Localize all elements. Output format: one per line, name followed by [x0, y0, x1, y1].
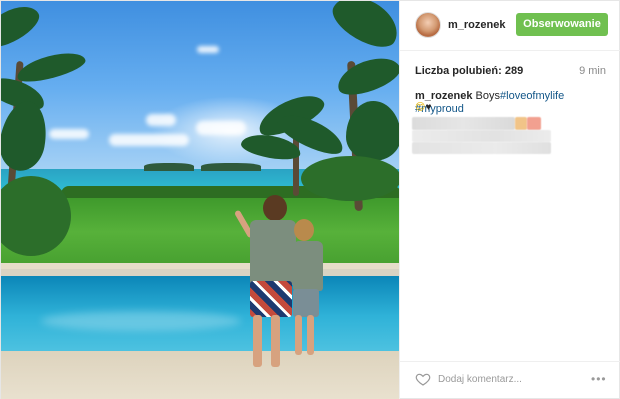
- leg: [295, 315, 302, 355]
- palm-frond: [346, 101, 399, 161]
- blurred-comment: [412, 117, 515, 130]
- heart-emoji-icon: ♥: [425, 102, 432, 113]
- shirt: [250, 220, 296, 285]
- pool-shine: [41, 311, 241, 331]
- timestamp[interactable]: 9 min: [579, 65, 606, 77]
- blurred-comment: [527, 117, 541, 130]
- leg: [253, 315, 262, 367]
- post-caption: m_rozenek Boys#loveofmylife #myproud: [415, 90, 610, 116]
- cloud: [146, 114, 176, 126]
- caption-author[interactable]: m_rozenek: [415, 90, 472, 102]
- leg: [307, 315, 314, 355]
- pool-deck-front: [1, 351, 399, 399]
- username-link[interactable]: m_rozenek: [448, 19, 505, 31]
- post-sidebar: m_rozenek Obserwowanie Liczba polubień: …: [399, 1, 620, 399]
- more-options-icon[interactable]: •••: [591, 372, 609, 386]
- cloud: [109, 134, 189, 146]
- island: [144, 163, 194, 171]
- post-photo[interactable]: [1, 1, 399, 399]
- cloud: [196, 121, 246, 135]
- post-header: m_rozenek Obserwowanie: [400, 1, 620, 51]
- head: [294, 219, 314, 241]
- avatar[interactable]: [415, 12, 441, 38]
- instagram-post: m_rozenek Obserwowanie Liczba polubień: …: [0, 0, 620, 399]
- leg: [271, 315, 280, 367]
- heart-outline-icon[interactable]: [415, 371, 431, 387]
- hashtag-link[interactable]: #loveofmylife: [500, 90, 564, 102]
- shorts: [250, 281, 292, 317]
- smile-emoji-icon: 😊: [415, 102, 426, 113]
- comment-input[interactable]: [438, 369, 578, 389]
- shirt: [293, 241, 323, 291]
- head: [263, 195, 287, 221]
- likes-count[interactable]: Liczba polubień: 289: [415, 65, 523, 77]
- blurred-comment: [412, 142, 551, 154]
- follow-button[interactable]: Obserwowanie: [516, 13, 608, 36]
- cloud: [49, 129, 89, 139]
- blurred-comment: [515, 117, 527, 130]
- caption-emojis: 😊♥: [415, 102, 431, 114]
- post-footer: •••: [400, 361, 620, 399]
- blurred-comment: [412, 130, 551, 142]
- cloud: [197, 46, 219, 53]
- shorts: [293, 289, 319, 317]
- caption-text: Boys: [475, 90, 501, 102]
- bush: [301, 156, 399, 201]
- island: [201, 163, 261, 171]
